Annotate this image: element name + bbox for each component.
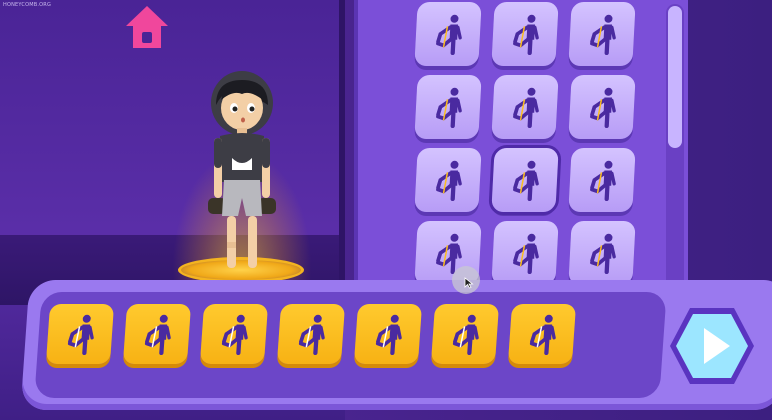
sequence-move-card[interactable] bbox=[122, 304, 192, 364]
library-move-card[interactable] bbox=[568, 221, 636, 285]
library-move-card[interactable] bbox=[491, 75, 559, 139]
play-icon bbox=[670, 308, 754, 384]
cursor-icon bbox=[464, 277, 474, 289]
kick-move-icon bbox=[221, 314, 248, 355]
kick-move-icon bbox=[298, 314, 325, 355]
kick-move-icon bbox=[375, 314, 402, 355]
kick-move-icon bbox=[513, 160, 539, 201]
sequence-row bbox=[45, 304, 577, 364]
library-move-card[interactable] bbox=[568, 75, 636, 139]
sequence-move-card[interactable] bbox=[276, 304, 346, 364]
kick-move-icon bbox=[590, 233, 616, 274]
watermark: HONEYCOMB.ORG bbox=[3, 2, 52, 8]
kick-move-icon bbox=[513, 87, 539, 128]
library-move-card[interactable] bbox=[491, 221, 559, 285]
kick-move-icon bbox=[590, 14, 616, 55]
library-move-card[interactable] bbox=[568, 2, 636, 66]
home-icon bbox=[126, 6, 168, 48]
library-move-card[interactable] bbox=[414, 75, 482, 139]
kick-move-icon bbox=[436, 14, 462, 55]
kick-move-icon bbox=[590, 160, 616, 201]
dancer-character bbox=[200, 70, 285, 270]
stage-divider bbox=[339, 0, 345, 300]
sequence-move-card[interactable] bbox=[199, 304, 269, 364]
kick-move-icon bbox=[144, 314, 171, 355]
library-move-card[interactable] bbox=[491, 148, 559, 212]
library-move-card[interactable] bbox=[491, 2, 559, 66]
library-move-card[interactable] bbox=[414, 2, 482, 66]
library-move-card[interactable] bbox=[568, 148, 636, 212]
kick-move-icon bbox=[529, 314, 556, 355]
kick-move-icon bbox=[67, 314, 94, 355]
kick-move-icon bbox=[590, 87, 616, 128]
kick-move-icon bbox=[436, 87, 462, 128]
library-scrollbar-thumb[interactable] bbox=[668, 6, 682, 148]
kick-move-icon bbox=[452, 314, 479, 355]
library-move-card[interactable] bbox=[414, 148, 482, 212]
move-library-grid bbox=[414, 2, 646, 285]
home-button[interactable] bbox=[124, 4, 170, 50]
sequence-move-card[interactable] bbox=[353, 304, 423, 364]
kick-move-icon bbox=[513, 233, 539, 274]
sequence-move-card[interactable] bbox=[45, 304, 115, 364]
sequence-move-card[interactable] bbox=[507, 304, 577, 364]
move-library-panel bbox=[354, 0, 688, 300]
kick-move-icon bbox=[436, 160, 462, 201]
kick-move-icon bbox=[513, 14, 539, 55]
play-button[interactable] bbox=[668, 306, 756, 386]
library-scrollbar[interactable] bbox=[666, 4, 684, 289]
sequence-move-card[interactable] bbox=[430, 304, 500, 364]
